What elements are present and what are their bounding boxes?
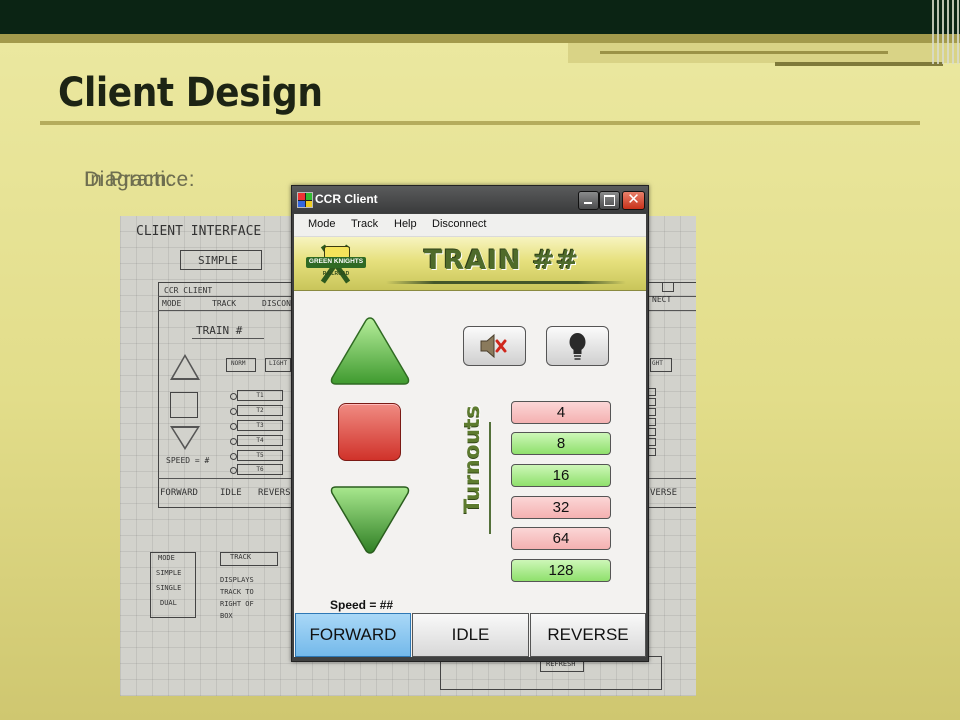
- speed-up-button[interactable]: [329, 315, 411, 387]
- menu-track[interactable]: Track: [351, 218, 378, 230]
- logo-subtext: RAILROAD: [322, 271, 350, 277]
- sketch-turnout: T1: [237, 390, 283, 401]
- sketch-down-triangle: [170, 426, 200, 450]
- green-knights-logo: GREEN KNIGHTS RAILROAD: [306, 240, 366, 286]
- sketch-turnout: T5: [237, 450, 283, 461]
- sketch-close-box: [662, 282, 674, 292]
- speed-down-button[interactable]: [329, 484, 411, 556]
- sketch-header: CLIENT INTERFACE: [136, 224, 262, 239]
- menu-disconnect[interactable]: Disconnect: [432, 218, 486, 230]
- turnout-button-4[interactable]: 4: [511, 401, 611, 424]
- sketch-mode-list-item: DUAL: [160, 599, 177, 607]
- sketch-light-fragment: GHT: [652, 360, 663, 367]
- sketch-radio: [230, 453, 237, 460]
- app-icon: [297, 192, 313, 208]
- menu-bar: Mode Track Help Disconnect: [294, 214, 646, 237]
- sketch-turnout: T4: [237, 435, 283, 446]
- turnouts-heading: Turnouts: [454, 405, 494, 514]
- stop-button[interactable]: [338, 403, 401, 461]
- top-stripe: [0, 34, 960, 43]
- sketch-window-title: CCR CLIENT: [164, 286, 213, 295]
- sketch-connect-fragment: NECT: [652, 295, 672, 304]
- sketch-train: TRAIN #: [196, 324, 243, 337]
- light-bulb-icon: [569, 333, 586, 360]
- speed-readout: Speed = ##: [330, 598, 394, 612]
- sketch-norm: NORM: [231, 360, 246, 367]
- maximize-button[interactable]: [599, 191, 620, 210]
- header-banner: GREEN KNIGHTS RAILROAD TRAIN ##: [294, 237, 646, 291]
- window-titlebar[interactable]: CCR Client ✕: [292, 186, 648, 213]
- turnout-button-128[interactable]: 128: [511, 559, 611, 582]
- sketch-up-triangle: [170, 354, 200, 380]
- train-title: TRAIN ##: [424, 245, 580, 276]
- sketch-mode-list-item: SINGLE: [156, 584, 182, 592]
- idle-button[interactable]: IDLE: [412, 613, 529, 657]
- forward-button[interactable]: FORWARD: [295, 613, 411, 657]
- sketch-mode-list-item: SIMPLE: [156, 569, 182, 577]
- turnout-button-16[interactable]: 16: [511, 464, 611, 487]
- mute-button[interactable]: [463, 326, 526, 366]
- speaker-mute-icon: [480, 333, 507, 359]
- sketch-line: [192, 338, 264, 339]
- close-button[interactable]: ✕: [622, 190, 645, 210]
- sketch-radio: [230, 393, 237, 400]
- sketch-radio: [230, 408, 237, 415]
- deco-line: [775, 62, 943, 66]
- sketch-mode-list-item: MODE: [158, 554, 175, 562]
- label-in-practice: In Practice:: [84, 168, 196, 191]
- banner-underline: [386, 281, 626, 284]
- down-arrow-icon: [330, 486, 410, 554]
- turnouts-rule: [489, 422, 491, 534]
- sketch-checkbox: [648, 398, 656, 406]
- sketch-checkbox: [648, 408, 656, 416]
- turnout-button-64[interactable]: 64: [511, 527, 611, 550]
- sketch-menu-mode: MODE: [162, 299, 182, 308]
- deco-line: [600, 51, 888, 54]
- menu-mode[interactable]: Mode: [308, 218, 336, 230]
- slide-title: Client Design: [58, 70, 323, 116]
- sketch-checkbox: [648, 438, 656, 446]
- sketch-radio: [230, 467, 237, 474]
- ccr-client-window: CCR Client ✕ Mode Track Help Disconnect …: [291, 185, 649, 662]
- sketch-mode: SIMPLE: [198, 254, 238, 267]
- reverse-button[interactable]: REVERSE: [530, 613, 646, 657]
- sketch-radio: [230, 423, 237, 430]
- sketch-reverse-fragment: VERSE: [650, 488, 678, 498]
- logo-text: GREEN KNIGHTS: [308, 258, 364, 265]
- close-icon: ✕: [627, 190, 640, 208]
- sketch-checkbox: [648, 418, 656, 426]
- sketch-checkbox: [648, 448, 656, 456]
- up-arrow-icon: [330, 317, 410, 385]
- sketch-speed: SPEED = #: [166, 456, 210, 465]
- sketch-turnout: T3: [237, 420, 283, 431]
- window-title: CCR Client: [315, 192, 378, 206]
- sketch-track-note: DISPLAYS: [220, 576, 254, 584]
- window-client-area: Mode Track Help Disconnect GREEN KNIGHTS…: [294, 214, 646, 657]
- sketch-checkbox: [648, 388, 656, 396]
- sketch-track-note: RIGHT OF: [220, 600, 254, 608]
- sketch-track-label: TRACK: [230, 553, 252, 561]
- sketch-turnout: T2: [237, 405, 283, 416]
- top-bar: [0, 0, 960, 34]
- deco-vertical-lines: [932, 0, 960, 64]
- turnouts-label: Turnouts: [460, 404, 484, 514]
- turnout-button-32[interactable]: 32: [511, 496, 611, 519]
- title-rule: [40, 121, 920, 125]
- sketch-track-note: BOX: [220, 612, 233, 620]
- menu-help[interactable]: Help: [394, 218, 417, 230]
- light-button[interactable]: [546, 326, 609, 366]
- sketch-menu-track: TRACK: [212, 299, 237, 308]
- sketch-track-note: TRACK TO: [220, 588, 254, 596]
- sketch-turnout: T6: [237, 464, 283, 475]
- sketch-forward: FORWARD: [160, 488, 198, 498]
- turnout-button-8[interactable]: 8: [511, 432, 611, 455]
- sketch-checkbox: [648, 428, 656, 436]
- sketch-radio: [230, 438, 237, 445]
- sketch-idle: IDLE: [220, 488, 242, 498]
- sketch-stop-square: [170, 392, 198, 418]
- minimize-button[interactable]: [578, 191, 599, 210]
- sketch-light: LIGHT: [269, 360, 288, 367]
